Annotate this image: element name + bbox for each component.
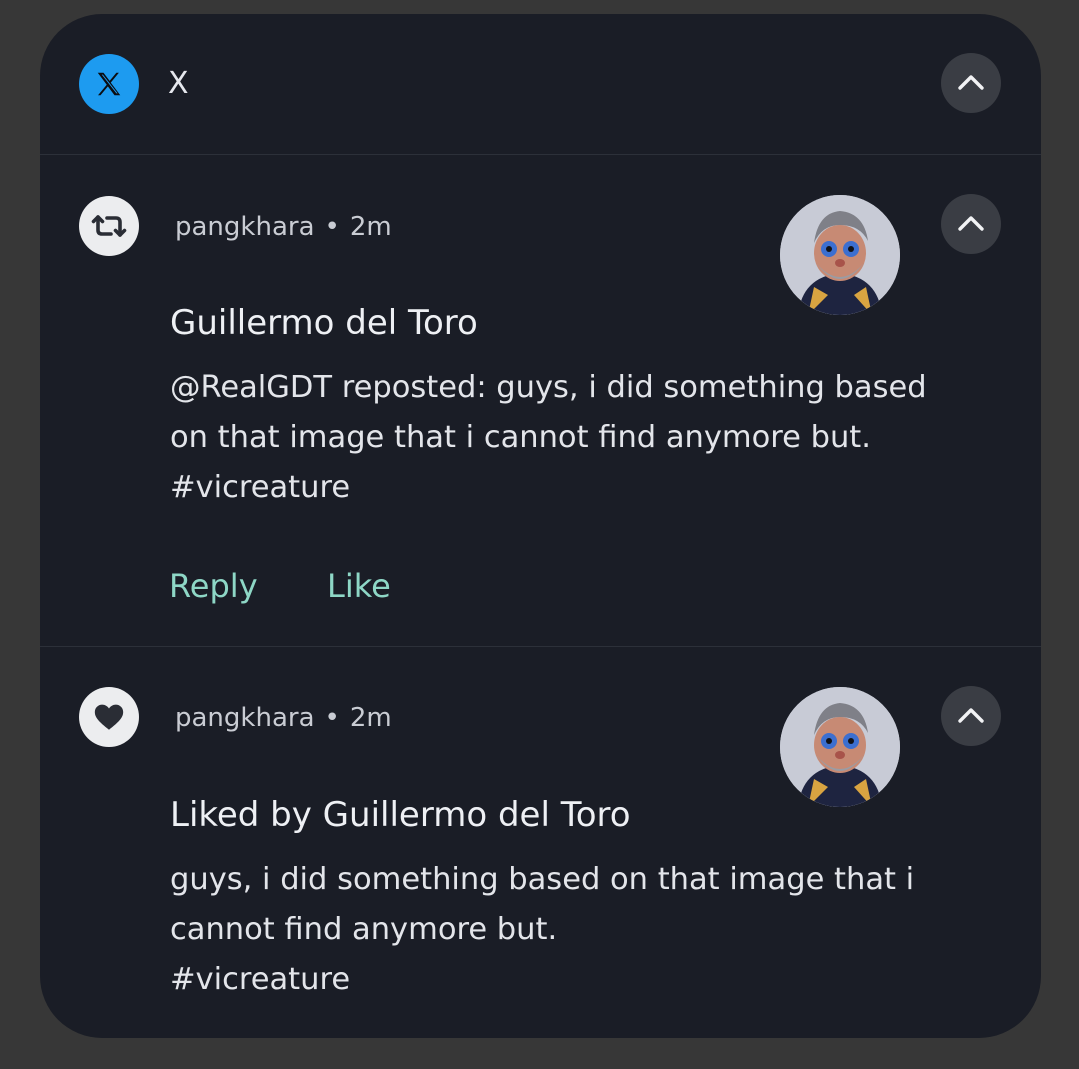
body-line: cannot find anymore but. [170,912,558,947]
separator-dot: • [324,703,340,733]
notification-meta: pangkhara • 2m [175,211,392,243]
notification-card: X pangkhara • 2m Guillermo del Toro @Rea… [40,14,1041,1038]
heart-icon [79,687,139,747]
separator-dot: • [324,212,340,242]
chevron-up-icon [958,75,984,90]
expand-notification-button[interactable] [941,686,1001,746]
reply-button[interactable]: Reply [169,566,258,606]
chevron-up-icon [958,708,984,723]
repost-icon [79,196,139,256]
collapse-group-button[interactable] [941,53,1001,113]
notification-title: Liked by Guillermo del Toro [170,795,631,835]
body-line: @RealGDT reposted: guys, i did something… [170,370,927,405]
app-name: X [168,66,189,101]
timestamp: 2m [349,703,392,733]
notification-item-like[interactable]: pangkhara • 2m Liked by Guillermo del To… [40,647,1041,1038]
body-line: on that image that i cannot find anymore… [170,420,871,455]
author-name: pangkhara [175,703,315,733]
chevron-up-icon [958,216,984,231]
body-line: #vicreature [170,962,351,997]
timestamp: 2m [349,212,392,242]
avatar [780,687,900,807]
expand-notification-button[interactable] [941,194,1001,254]
body-line: #vicreature [170,470,351,505]
body-line: guys, i did something based on that imag… [170,862,915,897]
like-button[interactable]: Like [327,566,391,606]
notification-body: @RealGDT reposted: guys, i did something… [170,363,980,513]
notification-body: guys, i did something based on that imag… [170,855,980,1005]
notification-group-header[interactable]: X [40,14,1041,154]
notification-title: Guillermo del Toro [170,303,478,343]
x-logo-icon [79,54,139,114]
avatar [780,195,900,315]
notification-meta: pangkhara • 2m [175,702,392,734]
author-name: pangkhara [175,212,315,242]
notification-item-repost[interactable]: pangkhara • 2m Guillermo del Toro @RealG… [40,155,1041,646]
